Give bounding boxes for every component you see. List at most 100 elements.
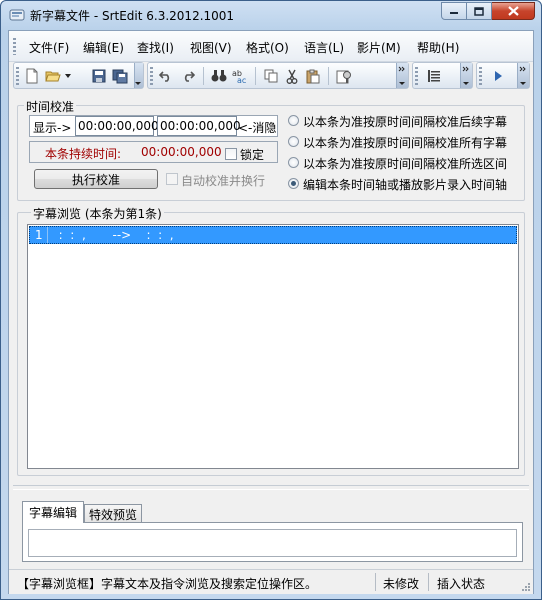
toolbar-play — [476, 62, 530, 89]
toolbar-view — [412, 62, 473, 89]
save-button[interactable] — [90, 67, 108, 85]
lock-checkbox[interactable] — [225, 148, 237, 160]
end-time-value: 00:00:00,000 — [160, 119, 241, 133]
title-bar[interactable]: 新字幕文件 - SrtEdit 6.3.2012.1001 — [1, 1, 541, 29]
option-label-4: 编辑本条时间轴或播放影片录入时间轴 — [303, 178, 508, 192]
toolbar-grip[interactable] — [415, 67, 418, 85]
open-folder-icon — [45, 71, 61, 82]
option-label-3: 以本条为准按原时间间隔校准所选区间 — [303, 157, 508, 171]
close-icon — [507, 6, 519, 16]
save-all-button[interactable] — [111, 67, 129, 85]
redo-button[interactable] — [179, 67, 197, 85]
play-button[interactable] — [489, 67, 507, 85]
row-divider — [47, 227, 48, 243]
cut-button[interactable] — [283, 67, 301, 85]
svg-text:ac: ac — [237, 76, 246, 84]
app-icon — [9, 9, 25, 21]
option-radio-2[interactable] — [288, 136, 299, 147]
chevron-down-icon — [519, 66, 526, 85]
lock-label: 锁定 — [240, 148, 265, 162]
minimize-button[interactable] — [441, 2, 467, 20]
row-text: : : , --> : : , — [51, 228, 174, 242]
toolbar-separator — [255, 67, 256, 85]
toolbar-separator — [203, 67, 204, 85]
duration-label: 本条持续时间: — [45, 147, 122, 161]
tab-effect-preview[interactable]: 特效预览 — [84, 504, 142, 523]
save-all-icon — [112, 69, 128, 83]
undo-icon — [159, 71, 170, 82]
toolbar-grip[interactable] — [16, 67, 19, 85]
window-title: 新字幕文件 - SrtEdit 6.3.2012.1001 — [30, 9, 235, 23]
tab-subtitle-edit[interactable]: 字幕编辑 — [22, 501, 84, 523]
toolbar-overflow[interactable] — [460, 63, 472, 88]
toolbar-edit: ab ac — [147, 62, 409, 89]
status-separator — [375, 573, 376, 591]
menu-edit[interactable]: 编辑(E) — [83, 39, 124, 56]
menu-view[interactable]: 视图(V) — [190, 39, 232, 56]
status-mode: 插入状态 — [437, 577, 486, 591]
timing-group-label: 时间校准 — [24, 98, 77, 115]
properties-icon — [336, 70, 351, 83]
toolbar-overflow[interactable] — [396, 63, 408, 88]
redo-icon — [184, 71, 195, 82]
copy-button[interactable] — [262, 67, 280, 85]
browser-group-label: 字幕浏览 (本条为第1条) — [31, 205, 164, 222]
table-row[interactable]: 1 : : , --> : : , — [29, 226, 517, 244]
list-button[interactable] — [425, 67, 443, 85]
save-icon — [92, 69, 106, 83]
window-controls — [441, 2, 535, 21]
menu-language[interactable]: 语言(L) — [304, 39, 344, 56]
new-file-icon — [26, 68, 38, 84]
replace-button[interactable]: ab ac — [231, 67, 249, 85]
row-number: 1 — [35, 228, 43, 242]
hide-label: <-消隐 — [238, 121, 277, 135]
find-button[interactable] — [210, 67, 228, 85]
menu-file[interactable]: 文件(F) — [29, 39, 69, 56]
toolbar-separator — [328, 67, 329, 85]
option-radio-4[interactable] — [288, 178, 299, 189]
end-time-input[interactable]: 00:00:00,000 — [157, 116, 241, 136]
paste-button[interactable] — [304, 67, 322, 85]
close-button[interactable] — [492, 2, 535, 20]
new-button[interactable] — [23, 67, 41, 85]
tab-panel — [22, 522, 523, 562]
maximize-button[interactable] — [467, 2, 492, 20]
menubar-grip[interactable] — [13, 38, 16, 55]
duration-value: 00:00:00,000 — [141, 145, 222, 159]
chevron-down-icon — [398, 66, 405, 85]
option-radio-1[interactable] — [288, 115, 299, 126]
auto-checkbox[interactable] — [166, 173, 178, 185]
subtitle-text-input[interactable] — [28, 529, 517, 557]
open-dropdown[interactable] — [64, 67, 72, 85]
app-window: 新字幕文件 - SrtEdit 6.3.2012.1001 文件(F) 编辑(E… — [0, 0, 542, 600]
option-label-1: 以本条为准按原时间间隔校准后续字幕 — [303, 115, 508, 129]
chevron-down-icon — [462, 66, 469, 85]
find-icon — [211, 70, 227, 82]
toolbar-file — [13, 62, 144, 89]
option-radio-3[interactable] — [288, 157, 299, 168]
menu-format[interactable]: 格式(O) — [246, 39, 289, 56]
paste-icon — [306, 69, 320, 83]
play-icon — [495, 71, 502, 81]
menu-movie[interactable]: 影片(M) — [357, 39, 401, 56]
properties-button[interactable] — [335, 67, 353, 85]
menu-find[interactable]: 查找(I) — [137, 39, 174, 56]
cut-icon — [286, 69, 298, 84]
subtitle-list[interactable]: 1 : : , --> : : , — [27, 224, 519, 469]
copy-icon — [264, 69, 278, 83]
toolbar-grip[interactable] — [150, 67, 153, 85]
maximize-icon — [474, 6, 484, 16]
toolbar-overflow[interactable] — [517, 63, 529, 88]
splitter[interactable] — [13, 485, 529, 490]
open-button[interactable] — [44, 67, 62, 85]
auto-label: 自动校准并换行 — [181, 174, 266, 188]
execute-button[interactable]: 执行校准 — [34, 169, 158, 189]
start-time-value: 00:00:00,000 — [78, 119, 159, 133]
toolbar-grip[interactable] — [479, 67, 482, 85]
resize-grip-icon[interactable] — [520, 581, 531, 592]
undo-button[interactable] — [157, 67, 175, 85]
toolbar-row: ab ac — [9, 62, 533, 90]
menu-help[interactable]: 帮助(H) — [417, 39, 459, 56]
start-time-input[interactable]: 00:00:00,000 — [75, 116, 159, 136]
toolbar-overflow[interactable] — [134, 63, 143, 88]
